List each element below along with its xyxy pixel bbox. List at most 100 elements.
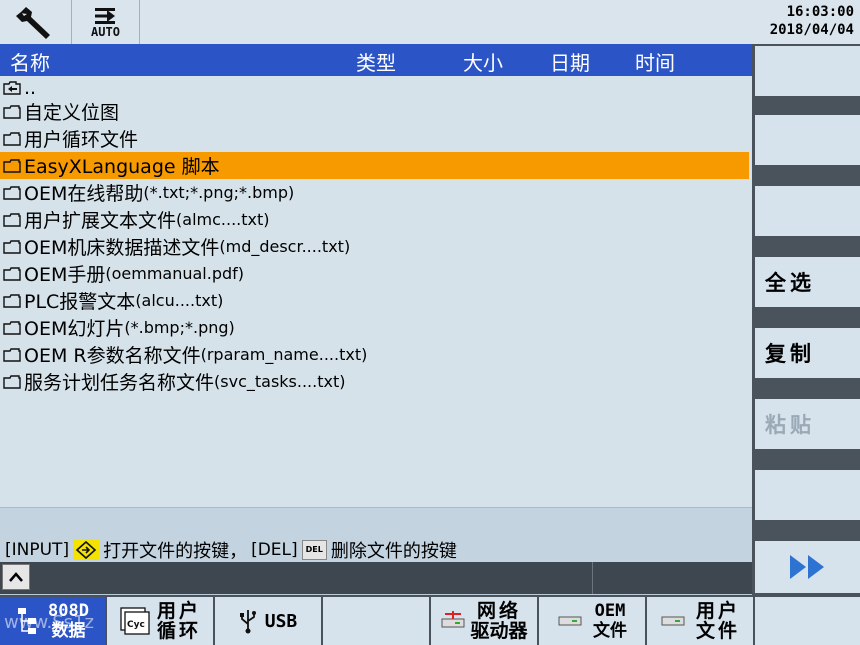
list-item[interactable]: OEM幻灯片 (*.bmp;*.png) (0, 314, 752, 341)
machine-button[interactable] (0, 0, 72, 44)
list-item[interactable]: 用户扩展文本文件 (almc....txt) (0, 206, 752, 233)
next-page-button[interactable] (755, 541, 860, 593)
file-browser: 名称 类型 大小 日期 时间 .. 自定义位图 用户循环文件 EasyXLang… (0, 44, 752, 507)
input-key-icon (73, 540, 100, 560)
fast-forward-icon (789, 555, 824, 579)
clock-date: 2018/04/04 (769, 22, 854, 38)
folder-icon (3, 293, 21, 308)
file-list: .. 自定义位图 用户循环文件 EasyXLanguage 脚本 OEM在线帮助… (0, 77, 752, 395)
col-date[interactable]: 日期 (550, 47, 590, 76)
divider (592, 562, 593, 594)
item-pattern: (alcu....txt) (135, 291, 224, 310)
list-item[interactable]: 用户循环文件 (0, 125, 752, 152)
list-item[interactable]: 自定义位图 (0, 98, 752, 125)
list-item[interactable]: OEM机床数据描述文件 (md_descr....txt) (0, 233, 752, 260)
column-header: 名称 类型 大小 日期 时间 (0, 44, 752, 76)
drive-icon (558, 616, 582, 626)
user-files-line1: 用户 (695, 600, 740, 622)
item-name: 自定义位图 (24, 102, 120, 124)
svg-text:Cyc: Cyc (127, 620, 145, 630)
usb-button[interactable]: USB (215, 597, 321, 645)
folder-icon (3, 131, 21, 146)
usb-icon (239, 610, 256, 634)
softkey-v1[interactable] (755, 46, 860, 96)
list-item[interactable]: 服务计划任务名称文件 (svc_tasks....txt) (0, 368, 752, 395)
item-pattern: (*.bmp;*.png) (124, 318, 235, 337)
softkey-v2[interactable] (755, 115, 860, 165)
paste-label: 粘贴 (765, 413, 815, 437)
drive-icon (661, 616, 685, 626)
del-key-text: 删除文件的按键 (330, 541, 457, 562)
scroll-up-button[interactable] (2, 564, 30, 590)
oem-line1: OEM (594, 601, 626, 621)
list-item[interactable]: PLC报警文本 (alcu....txt) (0, 287, 752, 314)
select-all-label: 全选 (765, 271, 815, 295)
item-name: OEM手册 (24, 264, 106, 286)
item-pattern: (almc....txt) (176, 210, 270, 229)
parent-dir-label: .. (24, 77, 37, 99)
folder-icon (3, 158, 21, 173)
vertical-softkeys: 全选 复制 粘贴 (752, 44, 860, 595)
item-pattern: (md_descr....txt) (219, 237, 351, 256)
del-key-icon: DEL (301, 540, 327, 560)
folder-icon (3, 104, 21, 119)
item-name: 用户扩展文本文件 (24, 210, 177, 232)
col-name[interactable]: 名称 (10, 47, 50, 76)
softkey-v3[interactable] (755, 186, 860, 236)
list-item[interactable]: OEM手册 (oemmanual.pdf) (0, 260, 752, 287)
col-size[interactable]: 大小 (463, 47, 503, 76)
clock-time: 16:03:00 (786, 4, 854, 20)
copy-button[interactable]: 复制 (755, 328, 860, 378)
user-files-button[interactable]: 用户 文件 (647, 597, 753, 645)
list-item[interactable]: OEM在线帮助 (*.txt;*.png;*.bmp) (0, 179, 752, 206)
col-type[interactable]: 类型 (356, 47, 396, 76)
col-time[interactable]: 时间 (635, 47, 675, 76)
softkey-h4[interactable] (323, 597, 429, 645)
item-pattern: (oemmanual.pdf) (105, 264, 245, 283)
parent-dir-row[interactable]: .. (0, 77, 752, 99)
mode-label: AUTO (91, 25, 120, 39)
item-name: OEM幻灯片 (24, 318, 125, 340)
item-name: EasyXLanguage 脚本 (24, 156, 220, 178)
input-key-label: [INPUT] (5, 540, 70, 560)
wrench-icon (15, 7, 50, 39)
select-all-button[interactable]: 全选 (755, 257, 860, 307)
user-cycles-button[interactable]: Cyc 用户 循环 (107, 597, 213, 645)
input-key-text: 打开文件的按键， (103, 541, 248, 562)
folder-up-icon (3, 81, 21, 95)
watermark: www.Ss1z (4, 612, 94, 633)
usb-label: USB (264, 610, 298, 632)
list-item[interactable]: OEM R参数名称文件 (rparam_name....txt) (0, 341, 752, 368)
softkey-v7[interactable] (755, 470, 860, 520)
folder-icon (3, 320, 21, 335)
horizontal-softkeys: 808D 数据 Cyc 用户 循环 USB 网络 驱动器 OEM 文件 用户 文件 (0, 595, 860, 645)
oem-line2: 文件 (593, 621, 627, 641)
folder-icon (3, 347, 21, 362)
folder-icon (3, 266, 21, 281)
oem-files-button[interactable]: OEM 文件 (539, 597, 645, 645)
net-line1: 网络 (476, 600, 521, 622)
item-name: OEM在线帮助 (24, 183, 144, 205)
chevron-up-icon (9, 572, 23, 582)
softkey-h8[interactable] (755, 597, 860, 645)
message-bar: [INPUT] 打开文件的按键， [DEL] DEL 删除文件的按键 (0, 507, 752, 563)
top-bar: AUTO 16:03:00 2018/04/04 (0, 0, 860, 45)
user-files-line2: 文件 (695, 620, 740, 642)
paste-button[interactable]: 粘贴 (755, 399, 860, 449)
clock: 16:03:00 2018/04/04 (770, 3, 854, 39)
folder-icon (3, 239, 21, 254)
network-drive-button[interactable]: 网络 驱动器 (431, 597, 537, 645)
item-pattern: (rparam_name....txt) (200, 345, 368, 364)
item-pattern: (*.txt;*.png;*.bmp) (143, 183, 295, 202)
auto-mode-button[interactable]: AUTO (72, 0, 140, 44)
list-item-selected[interactable]: EasyXLanguage 脚本 (0, 152, 749, 179)
cycles-line2: 循环 (156, 620, 201, 642)
del-key-label: [DEL] (251, 540, 298, 560)
cycles-line1: 用户 (156, 600, 201, 622)
item-name: OEM R参数名称文件 (24, 345, 201, 367)
folder-icon (3, 212, 21, 227)
item-name: 用户循环文件 (24, 129, 139, 151)
copy-label: 复制 (765, 342, 815, 366)
item-name: OEM机床数据描述文件 (24, 237, 220, 259)
cycle-file-icon: Cyc (120, 607, 150, 635)
